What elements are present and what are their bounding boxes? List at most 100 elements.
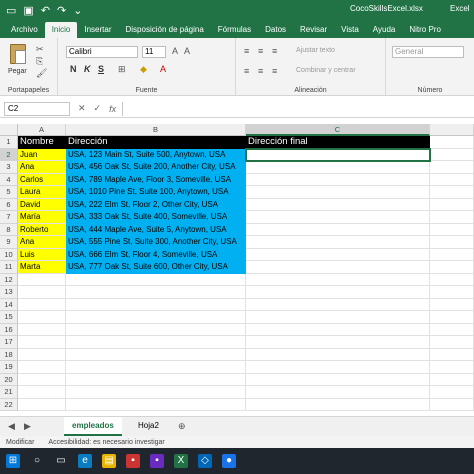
empty-cell[interactable] xyxy=(18,286,66,299)
redo-icon[interactable]: ↷ xyxy=(57,4,66,17)
final-address-cell[interactable] xyxy=(246,248,430,261)
font-color-icon[interactable]: A xyxy=(160,64,166,74)
empty-cell[interactable] xyxy=(66,298,246,311)
empty-cell[interactable] xyxy=(430,348,474,361)
tab-nitro[interactable]: Nitro Pro xyxy=(402,25,448,38)
empty-cell[interactable] xyxy=(430,323,474,336)
empty-cell[interactable] xyxy=(430,173,474,186)
row-header[interactable]: 2 xyxy=(0,148,18,161)
column-header-b[interactable]: B xyxy=(66,124,246,136)
empty-cell[interactable] xyxy=(430,211,474,224)
empty-cell[interactable] xyxy=(430,223,474,236)
align-bottom-icon[interactable]: ≡ xyxy=(272,46,277,56)
name-cell[interactable]: Carlos xyxy=(18,173,66,186)
empty-cell[interactable] xyxy=(430,336,474,349)
empty-cell[interactable] xyxy=(430,136,474,149)
empty-cell[interactable] xyxy=(246,273,430,286)
empty-cell[interactable] xyxy=(18,298,66,311)
row-header[interactable]: 19 xyxy=(0,361,18,374)
empty-cell[interactable] xyxy=(66,386,246,399)
address-cell[interactable]: USA, 444 Maple Ave, Suite 5, Anytown, US… xyxy=(66,223,246,236)
font-name-select[interactable]: Calibri xyxy=(66,46,138,58)
empty-cell[interactable] xyxy=(246,336,430,349)
address-cell[interactable]: USA, 333 Oak St, Suite 400, Someville, U… xyxy=(66,211,246,224)
empty-cell[interactable] xyxy=(430,286,474,299)
align-right-icon[interactable]: ≡ xyxy=(272,66,277,76)
empty-cell[interactable] xyxy=(18,361,66,374)
empty-cell[interactable] xyxy=(430,236,474,249)
name-cell[interactable]: Laura xyxy=(18,186,66,199)
row-header[interactable]: 10 xyxy=(0,248,18,261)
active-cell-selection[interactable] xyxy=(245,147,431,162)
empty-cell[interactable] xyxy=(66,311,246,324)
spreadsheet-grid[interactable]: A B C 1 Nombre Dirección Dirección final 2 Juan U… xyxy=(0,124,474,414)
edge-icon[interactable]: e xyxy=(78,454,92,468)
name-cell[interactable]: María xyxy=(18,211,66,224)
decrease-font-icon[interactable]: A xyxy=(184,46,190,56)
empty-cell[interactable] xyxy=(18,386,66,399)
empty-cell[interactable] xyxy=(246,373,430,386)
empty-cell[interactable] xyxy=(246,398,430,411)
row-header[interactable]: 3 xyxy=(0,161,18,174)
name-cell[interactable]: Ana xyxy=(18,236,66,249)
address-cell[interactable]: USA, 222 Elm St, Floor 2, Other City, US… xyxy=(66,198,246,211)
tab-ayuda[interactable]: Ayuda xyxy=(366,25,403,38)
empty-cell[interactable] xyxy=(66,361,246,374)
start-icon[interactable]: ⊞ xyxy=(6,454,20,468)
empty-cell[interactable] xyxy=(18,336,66,349)
row-header[interactable]: 6 xyxy=(0,198,18,211)
address-cell[interactable]: USA, 666 Elm St, Floor 4, Someville, USA xyxy=(66,248,246,261)
empty-cell[interactable] xyxy=(430,198,474,211)
final-address-cell[interactable] xyxy=(246,161,430,174)
tab-vista[interactable]: Vista xyxy=(334,25,366,38)
number-format-select[interactable]: General xyxy=(392,46,464,58)
align-top-icon[interactable]: ≡ xyxy=(244,46,249,56)
empty-cell[interactable] xyxy=(246,348,430,361)
tab-formulas[interactable]: Fórmulas xyxy=(211,25,258,38)
empty-cell[interactable] xyxy=(246,311,430,324)
empty-cell[interactable] xyxy=(246,386,430,399)
tab-datos[interactable]: Datos xyxy=(258,25,293,38)
empty-cell[interactable] xyxy=(246,361,430,374)
autosave-icon[interactable]: ▭ xyxy=(6,4,16,17)
address-cell[interactable]: USA, 555 Pine St, Suite 300, Another Cit… xyxy=(66,236,246,249)
borders-icon[interactable]: ⊞ xyxy=(118,64,126,75)
address-cell[interactable]: USA, 123 Main St, Suite 500, Anytown, US… xyxy=(66,148,246,161)
row-header[interactable]: 1 xyxy=(0,136,18,149)
prev-sheet-icon[interactable]: ◀ xyxy=(8,421,15,432)
row-header[interactable]: 11 xyxy=(0,261,18,274)
font-size-select[interactable]: 11 xyxy=(142,46,166,58)
row-header[interactable]: 12 xyxy=(0,273,18,286)
empty-cell[interactable] xyxy=(18,311,66,324)
empty-cell[interactable] xyxy=(430,361,474,374)
enter-icon[interactable]: ✓ xyxy=(94,103,102,114)
empty-cell[interactable] xyxy=(430,186,474,199)
copy-icon[interactable]: ⎘ xyxy=(36,56,43,67)
row-header[interactable]: 14 xyxy=(0,298,18,311)
undo-icon[interactable]: ↶ xyxy=(41,4,50,17)
empty-cell[interactable] xyxy=(66,273,246,286)
merge-center-button[interactable]: Combinar y centrar xyxy=(296,67,356,74)
row-header[interactable]: 15 xyxy=(0,311,18,324)
app-icon-red[interactable]: ▪ xyxy=(126,454,140,468)
row-header[interactable]: 9 xyxy=(0,236,18,249)
app-icon-purple[interactable]: ▪ xyxy=(150,454,164,468)
header-cell[interactable]: Nombre xyxy=(18,136,66,149)
paste-button-label[interactable]: Pegar xyxy=(8,68,27,75)
tab-archivo[interactable]: Archivo xyxy=(4,25,45,38)
increase-font-icon[interactable]: A xyxy=(172,46,178,56)
bold-button[interactable]: N xyxy=(70,64,77,74)
name-box[interactable]: C2 xyxy=(4,101,70,116)
tab-inicio[interactable]: Inicio xyxy=(44,22,78,38)
address-cell[interactable]: USA, 1010 Pine St, Suite 100, Anytown, U… xyxy=(66,186,246,199)
row-header[interactable]: 20 xyxy=(0,373,18,386)
empty-cell[interactable] xyxy=(430,373,474,386)
empty-cell[interactable] xyxy=(18,348,66,361)
empty-cell[interactable] xyxy=(66,373,246,386)
empty-cell[interactable] xyxy=(246,298,430,311)
fx-icon[interactable]: fx xyxy=(109,104,116,114)
row-header[interactable]: 7 xyxy=(0,211,18,224)
sheet-tab-empleados[interactable]: empleados xyxy=(64,417,122,436)
empty-cell[interactable] xyxy=(66,398,246,411)
cancel-icon[interactable]: ✕ xyxy=(78,103,86,114)
